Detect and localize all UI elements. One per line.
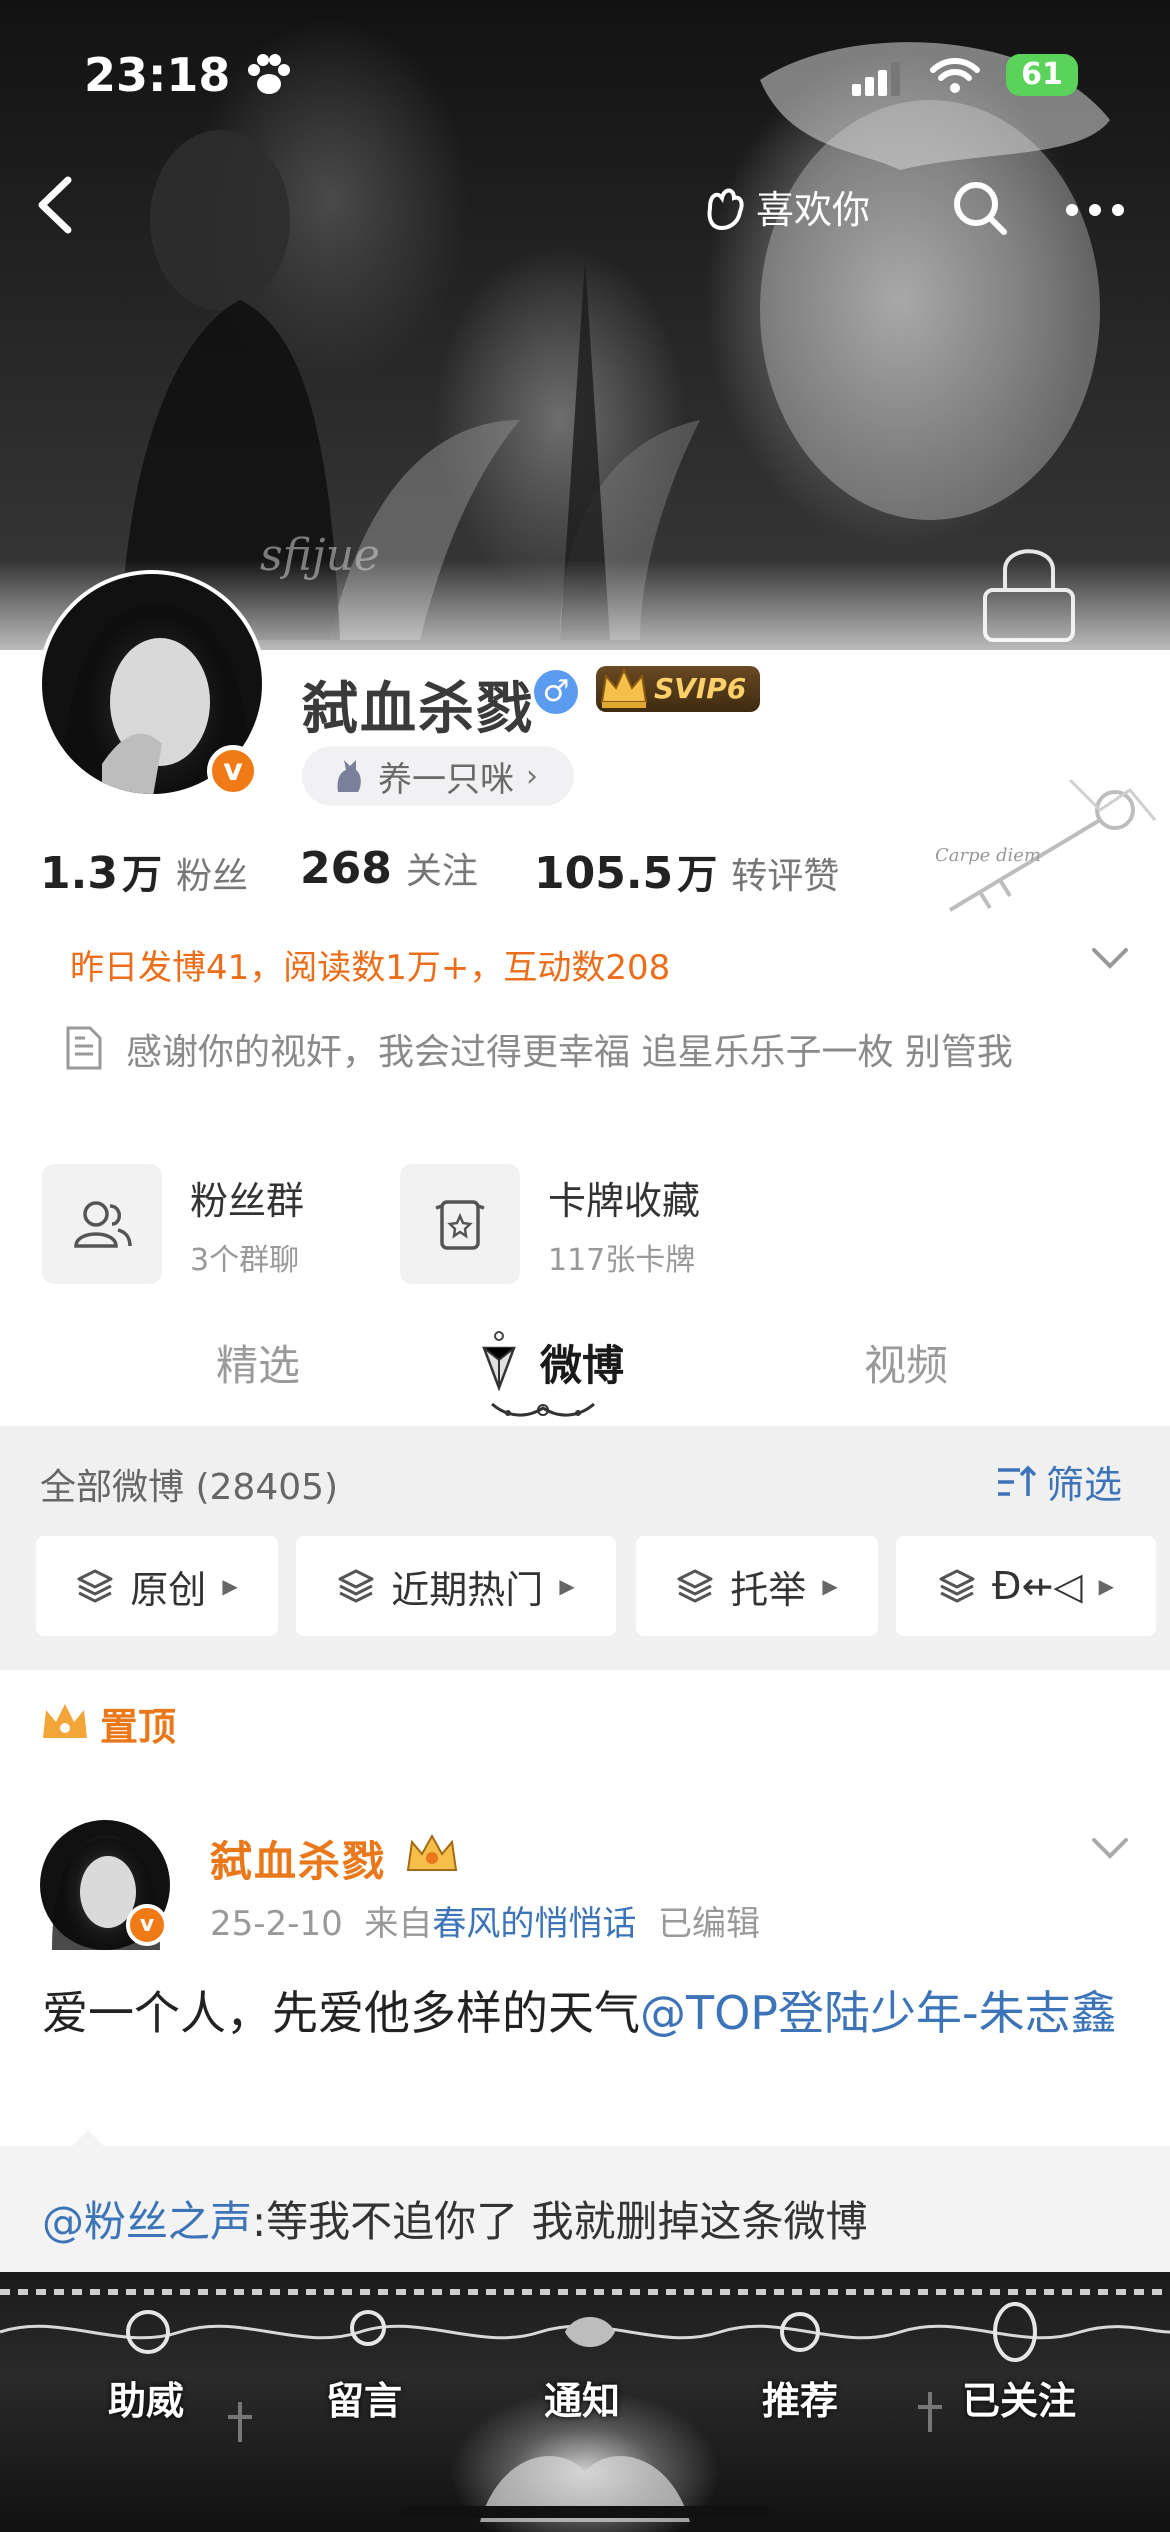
fan-group-card[interactable]: 粉丝群 3个群聊 (42, 1164, 304, 1284)
chip-symbol-group[interactable]: Ð⇷◁ ▶ (896, 1536, 1156, 1636)
quote-body: :等我不追你了 我就删掉这条微博 (252, 2197, 868, 2246)
stat-following-label: 关注 (405, 851, 478, 892)
search-icon[interactable] (950, 178, 1010, 238)
post-source-link[interactable]: 春风的悄悄话 (432, 1904, 636, 1944)
chevron-right-icon: › (526, 758, 538, 794)
like-you-button[interactable]: 喜欢你 (700, 178, 870, 234)
weibo-count: (28405) (195, 1467, 339, 1508)
filter-button[interactable]: 筛选 (996, 1454, 1122, 1509)
stat-fans-number: 1.3 (40, 848, 118, 899)
chip-original[interactable]: 原创 ▶ (36, 1536, 278, 1636)
post-edited-tag: 已编辑 (657, 1904, 760, 1944)
post-from-prefix: 来自 (364, 1904, 433, 1944)
pinned-crown-icon (43, 1704, 87, 1738)
stat-fans-unit: 万 (121, 852, 162, 898)
stat-likes-unit: 万 (677, 852, 718, 898)
bottom-notify-button[interactable]: 通知 (544, 2370, 620, 2425)
post-menu-chevron-icon[interactable] (1090, 1836, 1130, 1862)
document-icon (66, 1026, 102, 1070)
layers-icon (939, 1569, 975, 1603)
tab-featured[interactable]: 精选 (216, 1332, 300, 1393)
stat-likes-number: 105.5 (534, 848, 674, 899)
like-you-label: 喜欢你 (756, 187, 871, 232)
fan-group-title: 粉丝群 (190, 1178, 305, 1223)
cellular-signal-icon (852, 62, 900, 96)
card-collection-subtitle: 117张卡牌 (548, 1242, 696, 1278)
stat-reposts-comments-likes[interactable]: 105.5 万 转评赞 (534, 842, 839, 900)
stat-fans-label: 粉丝 (175, 856, 248, 897)
triangle-right-icon: ▶ (222, 1574, 238, 1598)
post-body-text: 爱一个人，先爱他多样的天气 (42, 1986, 640, 2040)
stat-likes-label: 转评赞 (731, 856, 840, 897)
post-mention-link[interactable]: @TOP登陆少年-朱志鑫 (640, 1986, 1117, 2040)
post-meta: 25-2-10 来自春风的悄悄话 已编辑 (210, 1896, 760, 1945)
chip-recent-hot-label: 近期热门 (391, 1567, 544, 1612)
card-collection-title: 卡牌收藏 (548, 1178, 701, 1223)
back-icon[interactable] (28, 170, 88, 240)
paw-glove-icon (707, 188, 744, 231)
people-icon (42, 1164, 162, 1284)
gem-pendant-icon (482, 1331, 516, 1392)
triangle-right-icon: ▶ (559, 1574, 575, 1598)
svip-crown-icon (600, 667, 648, 708)
quote-mention-link[interactable]: @粉丝之声 (42, 2197, 252, 2246)
layers-icon (338, 1569, 374, 1603)
bottom-recommend-button[interactable]: 推荐 (762, 2370, 838, 2425)
cat-icon (337, 760, 361, 792)
post-body[interactable]: 爱一个人，先爱他多样的天气@TOP登陆少年-朱志鑫 (42, 1978, 1132, 2048)
adopt-cat-pill[interactable]: 养一只咪 › (302, 746, 574, 806)
adopt-cat-label: 养一只咪 (378, 759, 514, 800)
stat-following[interactable]: 268 关注 (300, 842, 478, 894)
bottom-message-button[interactable]: 留言 (326, 2370, 402, 2425)
card-icon (400, 1164, 520, 1284)
chevron-down-icon[interactable] (1090, 946, 1130, 972)
triangle-right-icon: ▶ (1098, 1574, 1114, 1598)
carpe-diem-text: Carpe diem (935, 845, 1042, 866)
fan-group-subtitle: 3个群聊 (190, 1242, 300, 1278)
wifi-icon (930, 58, 980, 93)
chip-support-label: 托举 (730, 1567, 807, 1612)
home-indicator[interactable] (400, 2506, 770, 2518)
chip-original-label: 原创 (130, 1567, 207, 1612)
post-verified-badge: v (126, 1904, 168, 1946)
more-icon[interactable] (1060, 180, 1130, 240)
verified-badge: v (207, 745, 259, 797)
bottom-following-button[interactable]: 已关注 (962, 2370, 1076, 2425)
filter-sort-icon (998, 1465, 1036, 1496)
chip-support[interactable]: 托举 ▶ (636, 1536, 878, 1636)
tab-chain-underline (491, 1402, 595, 1417)
profile-username: 弑血杀戮 (302, 677, 534, 742)
profile-bio: 感谢你的视奸，我会过得更幸福 追星乐乐子一枚 别管我 (126, 1032, 1013, 1073)
tab-weibo[interactable]: 微博 (540, 1332, 624, 1393)
all-weibo-count: 全部微博 (28405) (40, 1458, 338, 1510)
battery-indicator: 61 (1006, 54, 1078, 96)
status-time: 23:18 (84, 48, 231, 102)
post-date: 25-2-10 (210, 1904, 343, 1944)
layers-icon (677, 1569, 713, 1603)
triangle-right-icon: ▶ (822, 1574, 838, 1598)
tab-video[interactable]: 视频 (864, 1332, 948, 1393)
post-author-name[interactable]: 弑血杀戮 (210, 1828, 386, 1889)
yesterday-activity-summary[interactable]: 昨日发博41，阅读数1万+，互动数208 (70, 940, 670, 989)
male-gender-icon: ♂ (534, 670, 578, 714)
chip-symbol-label: Ð⇷◁ (992, 1564, 1083, 1608)
stat-fans[interactable]: 1.3 万 粉丝 (40, 842, 248, 900)
layers-icon (77, 1569, 113, 1603)
card-collection-card[interactable]: 卡牌收藏 117张卡牌 (400, 1164, 700, 1284)
chip-recent-hot[interactable]: 近期热门 ▶ (296, 1536, 616, 1636)
paw-icon (248, 54, 290, 94)
author-crown-icon (406, 1833, 458, 1871)
all-weibo-label: 全部微博 (40, 1467, 185, 1508)
pinned-label: 置顶 (100, 1705, 177, 1749)
stat-following-number: 268 (300, 843, 392, 894)
bottom-cheer-button[interactable]: 助威 (108, 2370, 184, 2425)
quoted-post-text[interactable]: @粉丝之声:等我不追你了 我就删掉这条微博 (42, 2188, 868, 2249)
quote-notch (70, 2130, 106, 2148)
filter-label: 筛选 (1046, 1463, 1123, 1507)
